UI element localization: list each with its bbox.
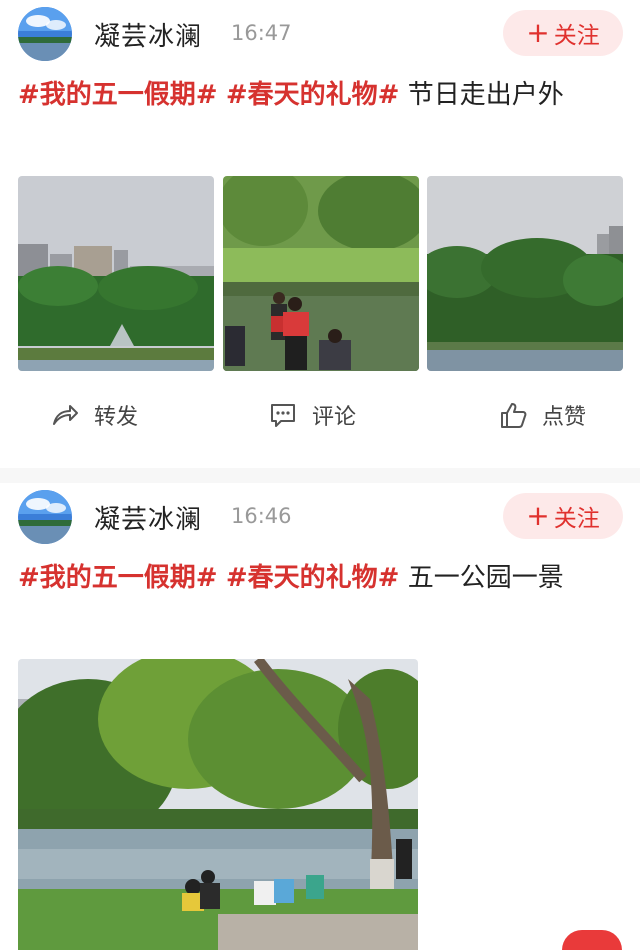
hashtag[interactable]: #我的五一假期#	[18, 563, 218, 593]
post-text: #我的五一假期# #春天的礼物# 节日走出户外	[18, 72, 618, 118]
follow-button[interactable]: + 关注	[503, 493, 623, 539]
follow-label: 关注	[553, 23, 600, 49]
post-image-city-skyline[interactable]	[18, 176, 214, 371]
share-icon	[53, 405, 78, 425]
plus-icon: +	[526, 499, 550, 532]
feed-post: 凝芸冰澜 16:47 + 关注 #我的五一假期# #春天的礼物# 节日走出户外	[0, 0, 640, 468]
avatar[interactable]	[18, 490, 72, 544]
username[interactable]: 凝芸冰澜	[94, 499, 202, 536]
like-label: 点赞	[542, 405, 587, 430]
post-body: 节日走出户外	[407, 80, 564, 110]
comment-label: 评论	[312, 405, 357, 430]
post-image-lakeside-people[interactable]	[223, 176, 419, 371]
hashtag[interactable]: #春天的礼物#	[226, 563, 400, 593]
comment-button[interactable]: 评论	[268, 390, 356, 440]
follow-button[interactable]: + 关注	[503, 10, 623, 56]
username[interactable]: 凝芸冰澜	[94, 16, 202, 53]
like-icon	[501, 403, 527, 428]
like-button[interactable]: 点赞	[498, 390, 586, 440]
post-text: #我的五一假期# #春天的礼物# 五一公园一景	[18, 555, 618, 601]
repost-label: 转发	[94, 405, 139, 430]
feed-post: 凝芸冰澜 16:46 + 关注 #我的五一假期# #春天的礼物# 五一公园一景	[0, 483, 640, 950]
post-header: 凝芸冰澜 16:47 + 关注	[0, 0, 640, 70]
floating-action-badge[interactable]	[562, 930, 622, 950]
image-grid	[18, 176, 623, 371]
hashtag[interactable]: #春天的礼物#	[226, 80, 400, 110]
hashtag[interactable]: #我的五一假期#	[18, 80, 218, 110]
plus-icon: +	[526, 16, 550, 49]
avatar[interactable]	[18, 7, 72, 61]
post-header: 凝芸冰澜 16:46 + 关注	[0, 483, 640, 553]
post-time: 16:46	[231, 504, 292, 528]
post-image-willow-lake[interactable]	[18, 659, 418, 950]
post-image-lake-trees[interactable]	[427, 176, 623, 371]
post-time: 16:47	[231, 21, 292, 45]
follow-label: 关注	[553, 506, 600, 532]
post-body: 五一公园一景	[407, 563, 564, 593]
comment-icon	[271, 404, 295, 427]
feed-divider	[0, 468, 640, 483]
post-actions: 转发 评论 点赞	[0, 390, 640, 440]
repost-button[interactable]: 转发	[50, 390, 138, 440]
